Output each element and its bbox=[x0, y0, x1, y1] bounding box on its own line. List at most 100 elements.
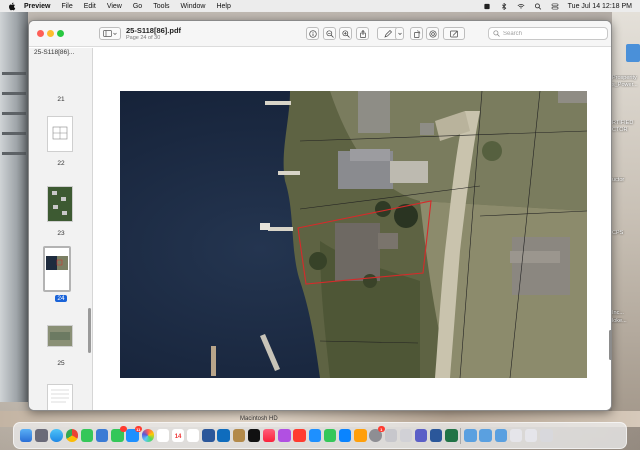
chevron-down-icon bbox=[113, 32, 117, 35]
thumbnail-page-24[interactable] bbox=[43, 246, 71, 292]
menu-window[interactable]: Window bbox=[181, 3, 206, 10]
thumbnail-page-25[interactable] bbox=[47, 325, 73, 347]
desktop-label: s_Power... bbox=[612, 82, 638, 88]
facetime-icon[interactable] bbox=[80, 429, 94, 442]
markup-menu-button[interactable] bbox=[395, 27, 404, 40]
aerial-map-image bbox=[120, 91, 587, 378]
photo-thumbnail bbox=[48, 187, 72, 221]
messages-icon[interactable] bbox=[111, 426, 127, 442]
zoom-in-button[interactable] bbox=[339, 27, 352, 40]
share-button[interactable] bbox=[356, 27, 369, 40]
preview-icon[interactable] bbox=[384, 429, 397, 442]
zoom-out-button[interactable] bbox=[323, 27, 336, 40]
desktop-label: uctor bbox=[612, 177, 625, 183]
highlight-button[interactable] bbox=[426, 27, 439, 40]
page-scrollbar[interactable] bbox=[609, 330, 611, 360]
close-window-button[interactable] bbox=[37, 30, 44, 37]
podcasts-icon[interactable] bbox=[278, 429, 291, 442]
menu-extra-icon[interactable] bbox=[483, 3, 491, 10]
search-input[interactable] bbox=[503, 30, 603, 37]
safari-icon[interactable] bbox=[50, 429, 63, 442]
thumbnail-page-label: 21 bbox=[57, 96, 65, 103]
spotlight-icon[interactable] bbox=[534, 2, 542, 10]
desktop-folder-icon[interactable] bbox=[626, 44, 640, 62]
menu-bar: Preview File Edit View Go Tools Window H… bbox=[0, 0, 640, 12]
zoom-in-icon bbox=[341, 29, 350, 38]
menu-file[interactable]: File bbox=[61, 3, 72, 10]
desktop-left-edge bbox=[0, 12, 28, 402]
app-store-icon[interactable] bbox=[338, 429, 352, 442]
numbers-icon[interactable] bbox=[323, 429, 337, 442]
highlight-icon bbox=[428, 29, 437, 38]
trash-icon[interactable] bbox=[540, 429, 553, 442]
mail-icon[interactable]: 11 bbox=[126, 426, 142, 442]
recent-file-icon[interactable] bbox=[509, 429, 523, 442]
word-icon[interactable] bbox=[202, 429, 215, 442]
minimize-window-button[interactable] bbox=[47, 30, 54, 37]
desktop-right-edge bbox=[612, 12, 640, 412]
system-settings-icon[interactable]: 1 bbox=[369, 426, 385, 442]
map-thumbnail bbox=[48, 326, 72, 346]
apple-menu-icon[interactable] bbox=[8, 2, 16, 11]
menu-app-name[interactable]: Preview bbox=[24, 3, 50, 10]
thumbnail-page-22[interactable] bbox=[47, 116, 73, 152]
music-icon[interactable] bbox=[263, 429, 276, 442]
aerial-photo bbox=[120, 91, 587, 378]
news-icon[interactable] bbox=[293, 429, 306, 442]
annotate-button[interactable] bbox=[443, 27, 465, 40]
finder-icon[interactable] bbox=[20, 429, 33, 442]
rotate-button[interactable] bbox=[410, 27, 423, 40]
desktop-label: CTOR bbox=[612, 127, 628, 133]
menu-clock[interactable]: Tue Jul 14 12:18 PM bbox=[568, 3, 632, 10]
teams-icon[interactable] bbox=[414, 429, 428, 442]
bluetooth-icon[interactable] bbox=[500, 2, 508, 10]
word-document-icon[interactable] bbox=[430, 429, 443, 442]
excel-icon[interactable] bbox=[445, 429, 458, 442]
sidebar-document-name[interactable]: 25-S118[86]... bbox=[34, 49, 74, 56]
keynote-icon[interactable] bbox=[308, 429, 321, 442]
info-button[interactable] bbox=[306, 27, 319, 40]
desktop-label: loke... bbox=[612, 318, 627, 324]
floorplan-thumbnail bbox=[52, 126, 68, 140]
wifi-icon[interactable] bbox=[517, 3, 525, 10]
search-field[interactable] bbox=[488, 27, 608, 40]
applications-folder-icon[interactable] bbox=[464, 429, 477, 442]
sidebar-scrollbar[interactable] bbox=[88, 308, 91, 353]
thumbnail-page-26[interactable] bbox=[47, 384, 73, 410]
contacts-icon[interactable] bbox=[156, 429, 170, 442]
documents-folder-icon[interactable] bbox=[479, 429, 492, 442]
menu-edit[interactable]: Edit bbox=[84, 3, 96, 10]
thumbnail-page-label: 25 bbox=[57, 360, 65, 367]
search-icon bbox=[493, 30, 500, 37]
menu-tools[interactable]: Tools bbox=[153, 3, 169, 10]
pages-icon[interactable] bbox=[354, 429, 367, 442]
zoom-window-button[interactable] bbox=[57, 30, 64, 37]
menu-view[interactable]: View bbox=[107, 3, 122, 10]
sidebar-toggle-button[interactable] bbox=[99, 27, 121, 40]
downloads-folder-icon[interactable] bbox=[494, 429, 507, 442]
launchpad-icon[interactable] bbox=[35, 429, 48, 442]
sidebar-icon bbox=[103, 30, 112, 37]
share-icon bbox=[359, 29, 366, 38]
menu-help[interactable]: Help bbox=[216, 3, 230, 10]
photos-icon[interactable] bbox=[141, 429, 154, 442]
chrome-icon[interactable] bbox=[65, 429, 78, 442]
document-title[interactable]: 25-S118[86].pdf bbox=[126, 26, 181, 35]
reminders-icon[interactable] bbox=[187, 429, 200, 442]
thumbnail-sidebar: 25-S118[86]... 21 22 23 24 25 bbox=[29, 48, 93, 410]
zoom-app-icon[interactable] bbox=[95, 429, 109, 442]
title-bar: 25-S118[86].pdf Page 24 of 30 bbox=[29, 21, 611, 47]
apple-tv-icon[interactable] bbox=[247, 429, 261, 442]
notes-icon[interactable] bbox=[399, 429, 413, 442]
archive-utility-icon[interactable] bbox=[232, 429, 246, 442]
recent-document-icon[interactable] bbox=[524, 429, 538, 442]
outlook-icon[interactable] bbox=[217, 429, 230, 442]
document-page-area[interactable] bbox=[94, 48, 611, 410]
desktop-label: Inc... bbox=[612, 310, 624, 316]
desktop-label: CPS bbox=[612, 230, 624, 236]
control-center-icon[interactable] bbox=[551, 3, 559, 10]
menu-go[interactable]: Go bbox=[133, 3, 142, 10]
thumbnail-page-23[interactable] bbox=[47, 186, 73, 222]
pen-icon bbox=[384, 29, 392, 38]
calendar-icon[interactable]: 14 bbox=[171, 429, 185, 442]
